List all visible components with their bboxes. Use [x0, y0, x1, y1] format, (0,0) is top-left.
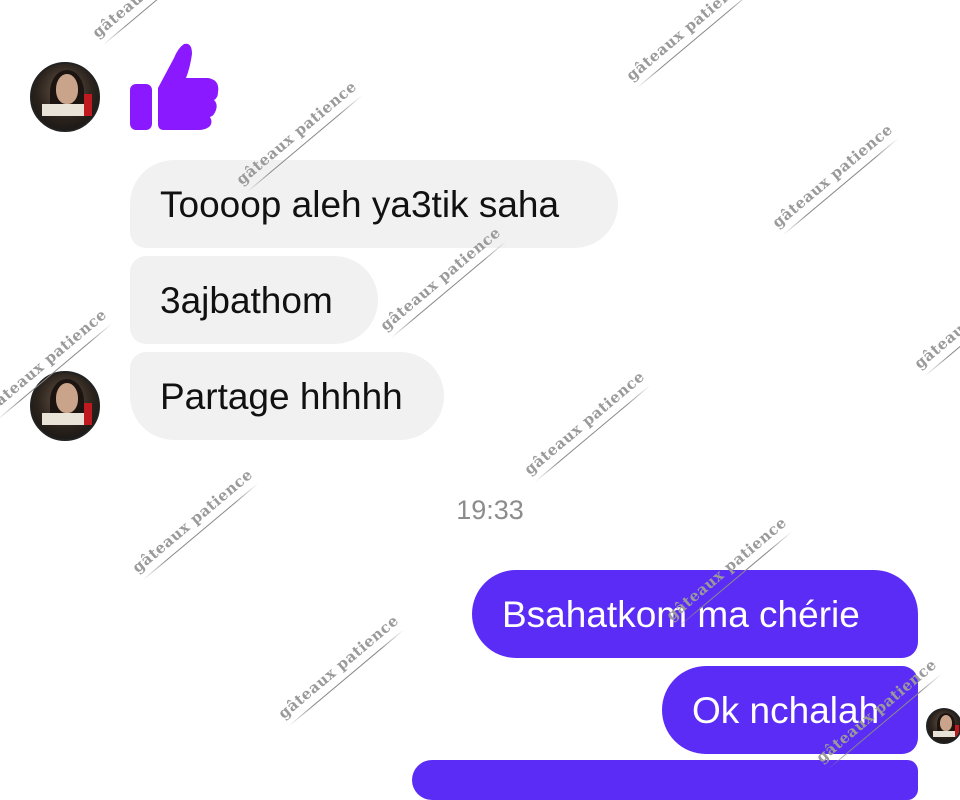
seen-avatar [926, 708, 960, 744]
message-text: Toooop aleh ya3tik saha [160, 183, 560, 225]
message-text: Partage hhhhh [160, 375, 403, 417]
outgoing-message-partial[interactable] [412, 760, 918, 800]
watermark: gâteaux patience [275, 611, 406, 726]
incoming-message[interactable]: Toooop aleh ya3tik saha [130, 160, 618, 248]
thumbs-up-icon[interactable] [128, 40, 220, 132]
message-timestamp: 19:33 [456, 495, 524, 525]
watermark: gâteaux patience [89, 0, 220, 45]
watermark: gâteaux patience [769, 120, 900, 235]
incoming-message[interactable]: 3ajbathom [130, 256, 378, 344]
watermark: gâteaux patience [129, 465, 260, 580]
watermark: gâteaux patience [521, 367, 652, 482]
watermark: gâteaux patience [623, 0, 754, 88]
watermark: gâteaux patience [911, 261, 960, 376]
incoming-message[interactable]: Partage hhhhh [130, 352, 444, 440]
message-text: 3ajbathom [160, 279, 333, 321]
contact-avatar[interactable] [30, 62, 100, 132]
